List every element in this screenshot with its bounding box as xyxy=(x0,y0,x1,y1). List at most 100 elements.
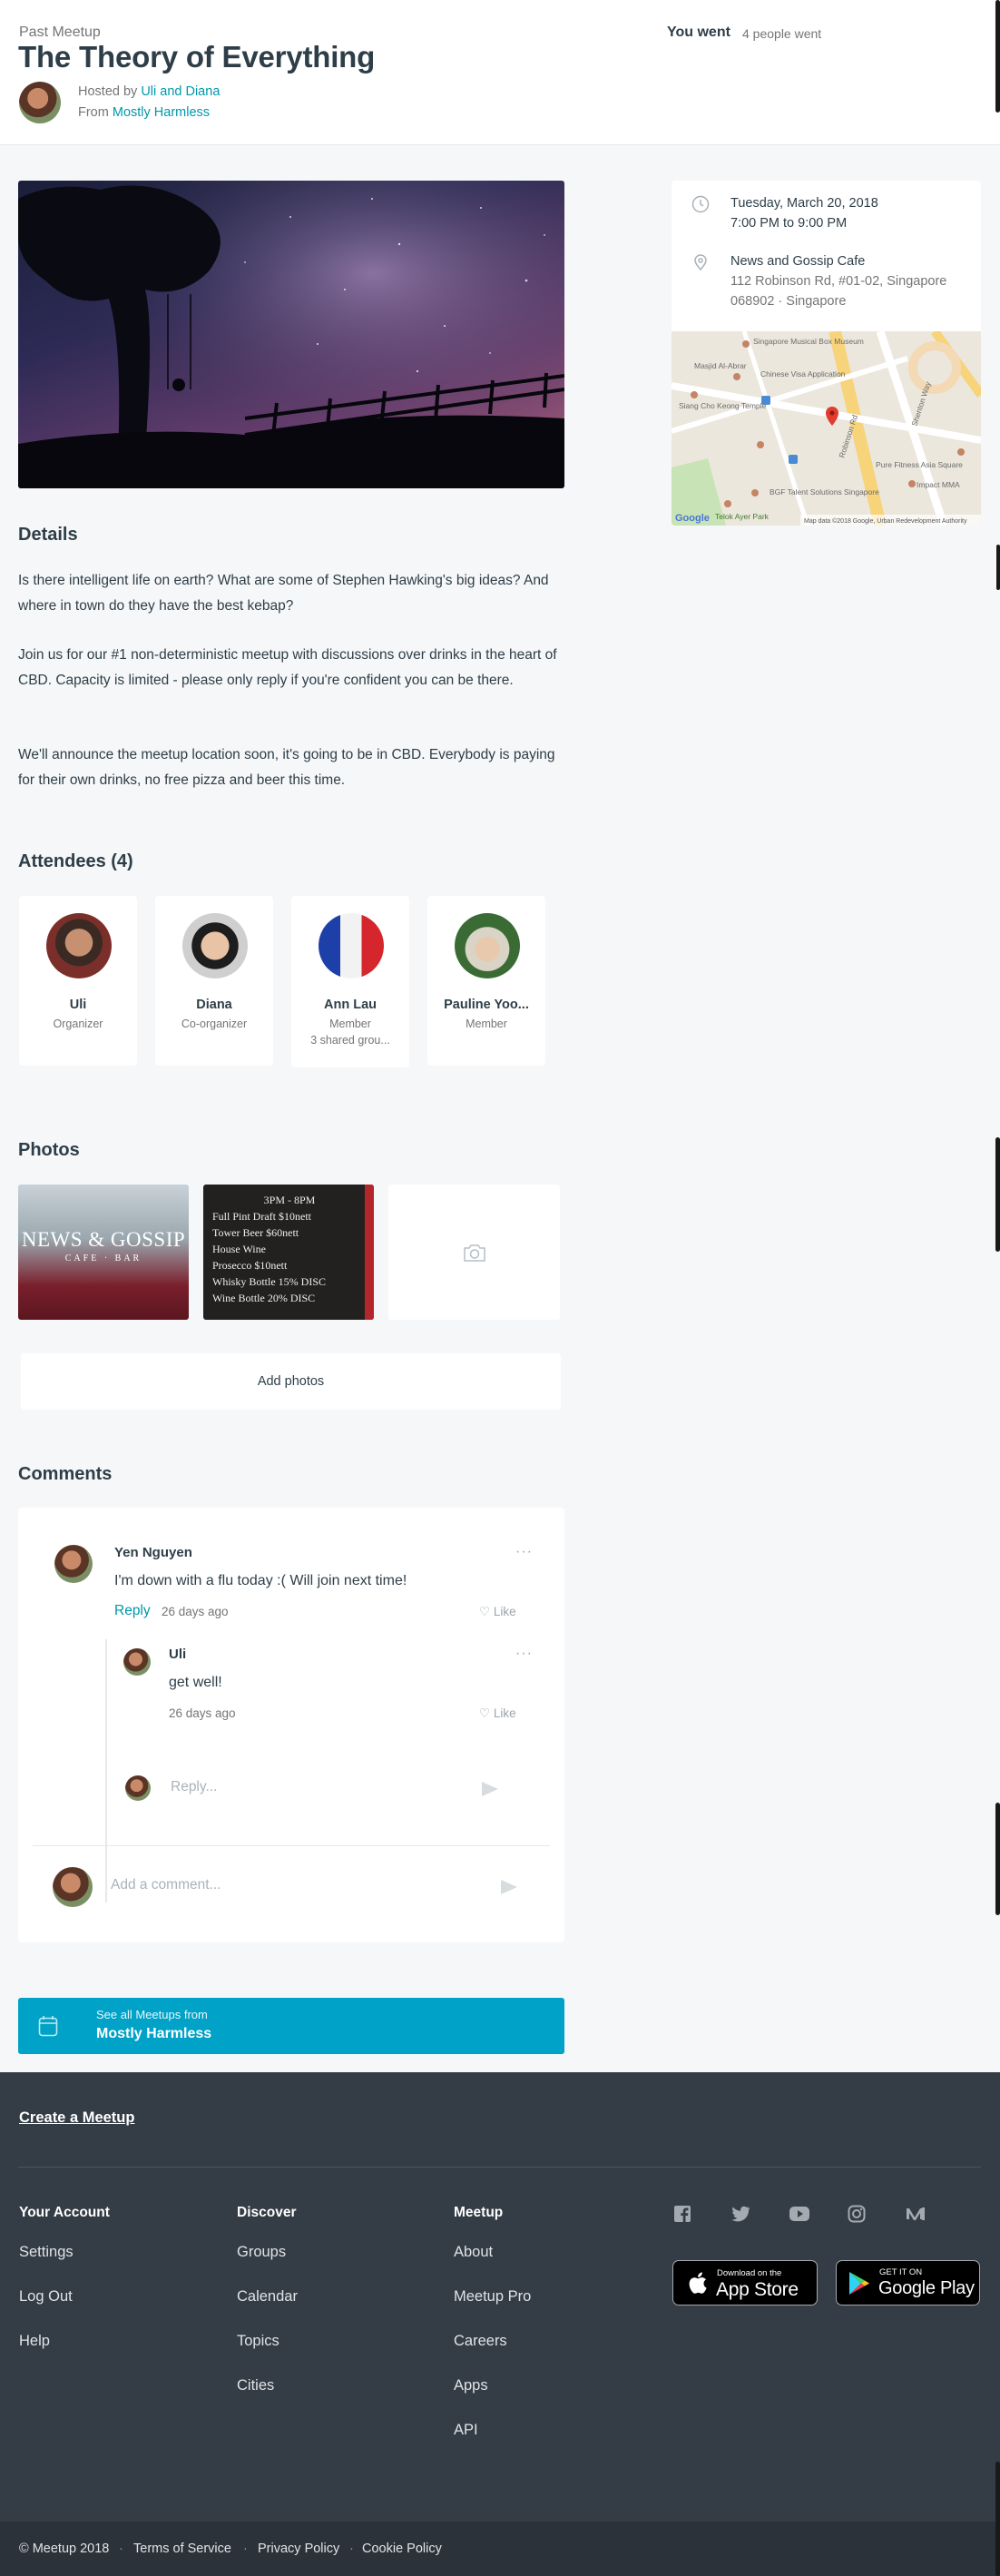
reply-author-avatar[interactable] xyxy=(123,1648,151,1676)
my-avatar xyxy=(125,1775,151,1801)
scrollbar-thumb[interactable] xyxy=(995,0,1000,113)
attendee-card[interactable]: Ann Lau Member 3 shared grou... xyxy=(291,896,409,1067)
footer-link-api[interactable]: API xyxy=(454,2422,478,2439)
scrollbar-thumb[interactable] xyxy=(995,1137,1000,1252)
footer-separator: · xyxy=(243,2542,248,2556)
map-label-park: Telok Ayer Park xyxy=(715,512,770,521)
menu-line: Full Pint Draft $10nett xyxy=(212,1210,311,1223)
footer-link-topics[interactable]: Topics xyxy=(237,2333,279,2350)
like-label: Like xyxy=(493,1706,516,1720)
hosted-by-line: Hosted by Uli and Diana xyxy=(78,84,220,99)
details-paragraph-3: We'll announce the meetup location soon,… xyxy=(18,747,555,788)
footer-link-apps[interactable]: Apps xyxy=(454,2377,488,2394)
attendee-name: Uli xyxy=(69,998,87,1012)
comment-like-button[interactable]: ♡ Like xyxy=(479,1605,516,1619)
medium-icon[interactable] xyxy=(906,2206,926,2222)
venue-address-line1: 112 Robinson Rd, #01-02, Singapore xyxy=(730,274,947,289)
reply-more-button[interactable]: ··· xyxy=(515,1646,533,1662)
google-play-badge[interactable]: GET IT ON Google Play xyxy=(836,2260,980,2306)
footer-link-help[interactable]: Help xyxy=(19,2333,50,2350)
footer-link-logout[interactable]: Log Out xyxy=(19,2288,73,2306)
attendee-avatar xyxy=(46,913,112,978)
see-all-group: Mostly Harmless xyxy=(96,2026,212,2041)
commenter-avatar[interactable] xyxy=(54,1545,93,1583)
add-photo-tile[interactable] xyxy=(388,1185,560,1320)
privacy-link[interactable]: Privacy Policy xyxy=(258,2542,339,2556)
heart-icon: ♡ xyxy=(479,1706,491,1720)
calendar-icon xyxy=(38,2016,58,2037)
comment-text: I'm down with a flu today :( Will join n… xyxy=(114,1573,407,1588)
comments-card: Yen Nguyen ··· I'm down with a flu today… xyxy=(18,1508,564,1942)
footer-link-about[interactable]: About xyxy=(454,2244,493,2261)
apple-icon xyxy=(689,2272,707,2294)
from-label: From xyxy=(78,105,109,120)
photo-thumbnail[interactable]: NEWS & GOSSIP CAFE · BAR xyxy=(18,1185,189,1320)
my-avatar xyxy=(53,1867,93,1907)
attendee-avatar xyxy=(319,913,384,978)
footer-heading-account: Your Account xyxy=(19,2205,110,2220)
attendee-shared-groups: 3 shared grou... xyxy=(310,1034,390,1047)
attendee-name: Ann Lau xyxy=(324,998,377,1012)
add-photos-button[interactable]: Add photos xyxy=(21,1353,561,1410)
scrollbar-thumb[interactable] xyxy=(995,2462,1000,2576)
host-avatar[interactable] xyxy=(19,82,61,123)
reply-like-button[interactable]: ♡ Like xyxy=(479,1706,516,1721)
attendance-count[interactable]: 4 people went xyxy=(742,26,821,41)
event-location: News and Gossip Cafe 112 Robinson Rd, #0… xyxy=(730,251,946,311)
map-label-temple: Siang Cho Keong Temple xyxy=(679,401,767,410)
send-reply-icon[interactable] xyxy=(482,1782,498,1796)
comment-author[interactable]: Yen Nguyen xyxy=(114,1545,192,1560)
photo-thumbnail[interactable]: 3PM - 8PM Full Pint Draft $10nett Tower … xyxy=(203,1185,374,1320)
copyright-text: © Meetup 2018 xyxy=(19,2542,110,2556)
attendee-avatar xyxy=(455,913,520,978)
map-label-impact: Impact MMA xyxy=(917,480,960,489)
past-meetup-label: Past Meetup xyxy=(19,25,101,40)
comment-reply-button[interactable]: Reply xyxy=(114,1603,151,1619)
details-paragraph-2: Join us for our #1 non-deterministic mee… xyxy=(18,647,557,688)
map-label-pure: Pure Fitness Asia Square xyxy=(876,460,963,469)
send-comment-icon[interactable] xyxy=(501,1880,517,1894)
app-store-small-text: Download on the xyxy=(717,2268,782,2278)
footer-link-calendar[interactable]: Calendar xyxy=(237,2288,298,2306)
venue-name[interactable]: News and Gossip Cafe xyxy=(730,251,946,271)
hosts-link[interactable]: Uli and Diana xyxy=(141,84,220,99)
reply-thread-line xyxy=(105,1639,107,1903)
event-date: Tuesday, March 20, 2018 xyxy=(730,196,878,211)
footer-separator: · xyxy=(119,2542,123,2556)
app-store-badge[interactable]: Download on the App Store xyxy=(672,2260,818,2306)
attendee-avatar xyxy=(182,913,248,978)
scrollbar-thumb[interactable] xyxy=(995,1803,1000,1915)
photo-edge xyxy=(365,1185,374,1320)
attendee-card[interactable]: Pauline Yoo... Member xyxy=(427,896,545,1066)
reply-text: get well! xyxy=(169,1675,222,1690)
terms-link[interactable]: Terms of Service xyxy=(133,2542,231,2556)
footer-link-meetup-pro[interactable]: Meetup Pro xyxy=(454,2288,531,2306)
attendee-card[interactable]: Diana Co-organizer xyxy=(155,896,273,1066)
venue-map[interactable]: Singapore Musical Box Museum Chinese Vis… xyxy=(672,331,981,526)
footer-link-cities[interactable]: Cities xyxy=(237,2377,274,2394)
google-play-small-text: GET IT ON xyxy=(879,2267,923,2277)
instagram-icon[interactable] xyxy=(848,2205,866,2223)
scrollbar-thumb[interactable] xyxy=(996,545,1000,590)
clock-icon xyxy=(691,195,710,213)
footer-link-careers[interactable]: Careers xyxy=(454,2333,507,2350)
menu-line: Whisky Bottle 15% DISC xyxy=(212,1275,326,1288)
reply-author[interactable]: Uli xyxy=(169,1647,186,1662)
footer-link-groups[interactable]: Groups xyxy=(237,2244,286,2261)
group-link[interactable]: Mostly Harmless xyxy=(113,105,210,120)
map-label-bgf: BGF Talent Solutions Singapore xyxy=(770,487,879,497)
footer-link-settings[interactable]: Settings xyxy=(19,2244,74,2261)
create-meetup-link[interactable]: Create a Meetup xyxy=(19,2109,134,2127)
event-title: The Theory of Everything xyxy=(18,40,376,74)
attendee-card[interactable]: Uli Organizer xyxy=(19,896,137,1066)
see-all-meetups-button[interactable]: See all Meetups from Mostly Harmless xyxy=(18,1998,564,2054)
youtube-icon[interactable] xyxy=(789,2206,810,2222)
comment-more-button[interactable]: ··· xyxy=(515,1544,533,1560)
twitter-icon[interactable] xyxy=(730,2206,750,2222)
facebook-icon[interactable] xyxy=(673,2205,691,2223)
reply-input[interactable]: Reply... xyxy=(171,1779,217,1795)
add-comment-input[interactable]: Add a comment... xyxy=(111,1877,221,1893)
footer-separator: · xyxy=(349,2542,354,2556)
comment-divider xyxy=(33,1845,550,1846)
cookie-link[interactable]: Cookie Policy xyxy=(362,2542,442,2556)
